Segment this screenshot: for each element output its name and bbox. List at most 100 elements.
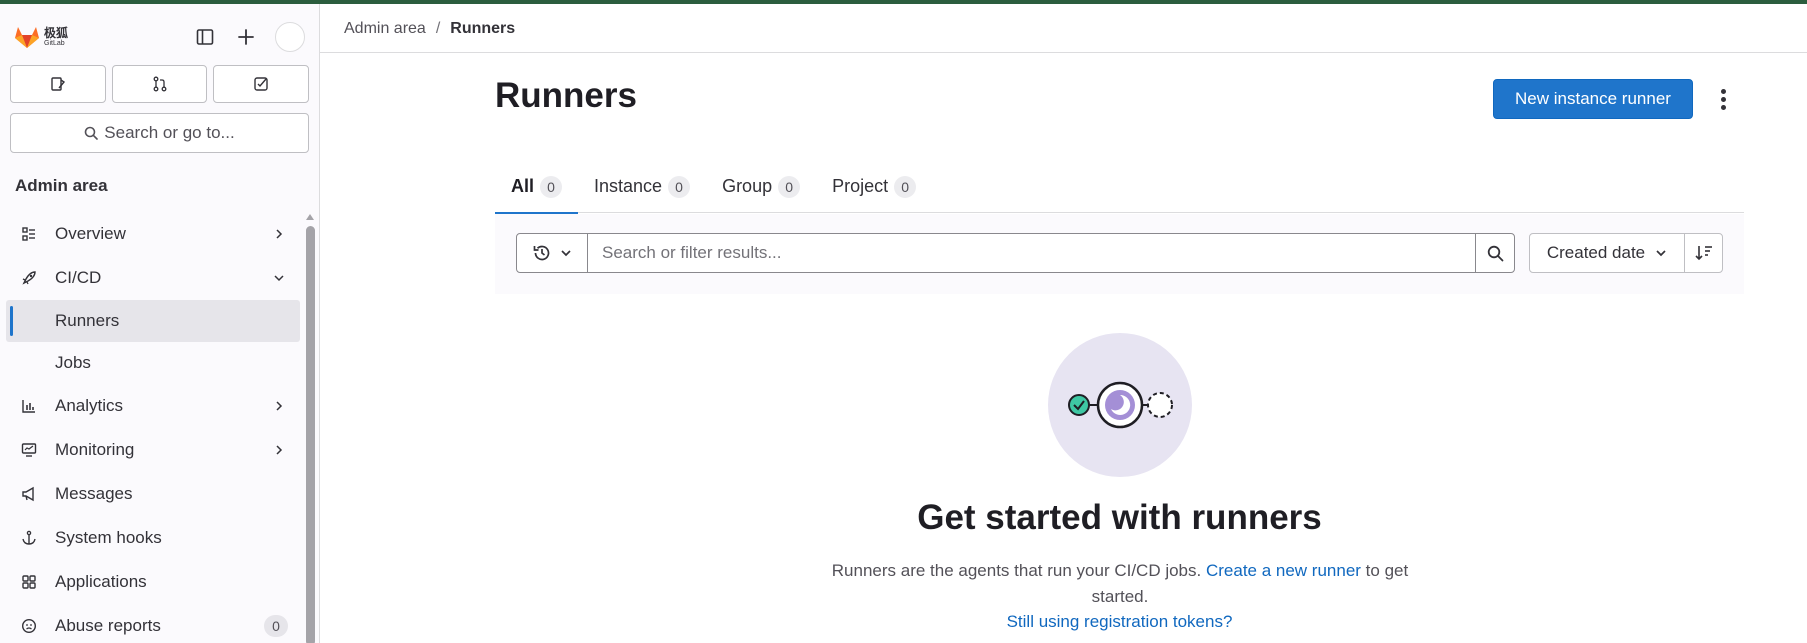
chart-icon	[20, 397, 38, 415]
sidebar-item-applications[interactable]: Applications	[0, 560, 300, 604]
sidebar-item-label: System hooks	[55, 528, 162, 547]
history-icon	[533, 245, 550, 261]
sidebar-item-cicd[interactable]: CI/CD	[0, 256, 300, 300]
empty-state-description: Runners are the agents that run your CI/…	[810, 558, 1430, 610]
create-new-button[interactable]	[231, 22, 261, 52]
brand-cn-name: 极狐	[44, 26, 69, 40]
tab-label: Group	[722, 176, 773, 196]
merge-request-icon	[153, 76, 166, 92]
empty-desc-prefix: Runners are the agents that run your CI/…	[831, 561, 1206, 580]
breadcrumb: Admin area / Runners	[344, 20, 515, 38]
sidebar-item-runners[interactable]: Runners	[6, 300, 300, 342]
sidebar-item-label: Runners	[55, 311, 120, 330]
sidebar-item-label: Messages	[55, 484, 133, 503]
tab-count: 0	[894, 175, 917, 198]
quick-actions	[10, 65, 310, 103]
filter-submit-button[interactable]	[1475, 233, 1515, 273]
recent-searches-button[interactable]	[516, 233, 588, 273]
tab-group[interactable]: Group 0	[706, 160, 816, 213]
tab-all[interactable]: All 0	[495, 160, 579, 214]
registration-tokens-link[interactable]: Still using registration tokens?	[1007, 612, 1233, 631]
tab-instance[interactable]: Instance 0	[578, 160, 706, 213]
issues-icon	[51, 77, 65, 91]
search-icon	[84, 126, 99, 140]
user-avatar[interactable]	[275, 22, 305, 52]
breadcrumb-admin-area[interactable]: Admin area	[344, 20, 426, 38]
abuse-icon	[20, 617, 38, 635]
bullhorn-icon	[20, 485, 38, 503]
chevron-down-icon	[1656, 250, 1666, 257]
sidebar-item-label: Monitoring	[55, 440, 135, 459]
anchor-icon	[20, 529, 38, 547]
sidebar-item-label: Overview	[55, 224, 126, 243]
tab-count: 0	[778, 175, 801, 198]
scroll-thumb[interactable]	[306, 226, 315, 643]
sort-label: Created date	[1546, 243, 1646, 262]
todo-icon	[254, 77, 268, 91]
sidebar-item-system-hooks[interactable]: System hooks	[0, 516, 300, 560]
chevron-right-icon	[276, 445, 283, 455]
chevron-right-icon	[276, 229, 283, 239]
empty-state-title: Get started with runners	[917, 498, 1322, 537]
sidebar-item-jobs[interactable]: Jobs	[0, 342, 300, 384]
sidebar-nav: Overview CI/CD Runners Jobs Analytics Mo…	[0, 212, 300, 643]
chevron-down-icon	[561, 250, 571, 257]
chevron-right-icon	[276, 401, 283, 411]
sidebar-item-label: Analytics	[55, 396, 124, 415]
sidebar-item-abuse-reports[interactable]: Abuse reports 0	[0, 604, 300, 643]
create-new-runner-link[interactable]: Create a new runner	[1206, 561, 1361, 580]
sidebar-item-label: CI/CD	[55, 268, 102, 287]
breadcrumb-current[interactable]: Runners	[450, 20, 515, 38]
rocket-icon	[20, 269, 38, 287]
tab-count: 0	[540, 175, 563, 198]
merge-requests-button[interactable]	[111, 65, 208, 103]
todo-button[interactable]	[213, 65, 310, 103]
tab-label: All	[511, 176, 535, 196]
chevron-down-icon	[274, 275, 284, 282]
sidebar-item-label: Abuse reports	[55, 616, 161, 635]
sidebar: 极狐 GitLab Search or go to... Admin area …	[0, 4, 320, 643]
abuse-reports-count: 0	[264, 615, 288, 637]
sidebar-scrollbar[interactable]	[306, 214, 315, 643]
filter-search-input[interactable]: Search or filter results...	[587, 233, 1476, 273]
breadcrumb-separator: /	[435, 20, 441, 37]
sidebar-item-monitoring[interactable]: Monitoring	[0, 428, 300, 472]
runners-empty-illustration	[1048, 333, 1192, 477]
runner-illustration-icon	[1068, 381, 1173, 429]
runner-type-tabs: All 0 Instance 0 Group 0 Project 0	[495, 160, 1744, 214]
more-actions-kebab-icon[interactable]	[1713, 84, 1733, 114]
plus-icon	[238, 29, 254, 45]
sort-direction-button[interactable]	[1684, 233, 1723, 273]
header-divider	[320, 52, 1807, 53]
collapse-sidebar-button[interactable]	[190, 22, 220, 52]
sidebar-header: 极狐 GitLab	[0, 4, 320, 68]
tab-project[interactable]: Project 0	[816, 160, 932, 213]
sidebar-item-overview[interactable]: Overview	[0, 212, 300, 256]
tanuki-logo-icon	[15, 27, 39, 48]
new-instance-runner-button[interactable]: New instance runner	[1493, 79, 1693, 119]
brand-en-name: GitLab	[44, 40, 65, 47]
global-search-button[interactable]: Search or go to...	[10, 113, 309, 153]
search-label: Search or go to...	[104, 123, 235, 142]
tab-label: Project	[832, 176, 889, 196]
brand-logo[interactable]: 极狐 GitLab	[14, 22, 76, 52]
scroll-up-arrow-icon[interactable]	[306, 214, 314, 220]
monitor-icon	[20, 441, 38, 459]
issues-button[interactable]	[10, 65, 106, 103]
tab-count: 0	[668, 175, 691, 198]
sidebar-item-messages[interactable]: Messages	[0, 472, 300, 516]
sidebar-item-label: Applications	[55, 572, 147, 591]
sidebar-section-title: Admin area	[15, 176, 108, 195]
sort-descending-icon	[1694, 246, 1712, 261]
sidebar-item-analytics[interactable]: Analytics	[0, 384, 300, 428]
sidebar-item-label: Jobs	[55, 353, 91, 372]
search-icon	[1487, 245, 1503, 261]
sidebar-toggle-icon	[196, 29, 214, 45]
registration-tokens-wrapper: Still using registration tokens?	[495, 609, 1744, 635]
brand-text: 极狐 GitLab	[44, 27, 68, 47]
tab-label: Instance	[594, 176, 663, 196]
apps-icon	[20, 573, 38, 591]
sort-field-dropdown[interactable]: Created date	[1529, 233, 1685, 273]
overview-icon	[20, 225, 38, 243]
page-title: Runners	[495, 76, 637, 115]
